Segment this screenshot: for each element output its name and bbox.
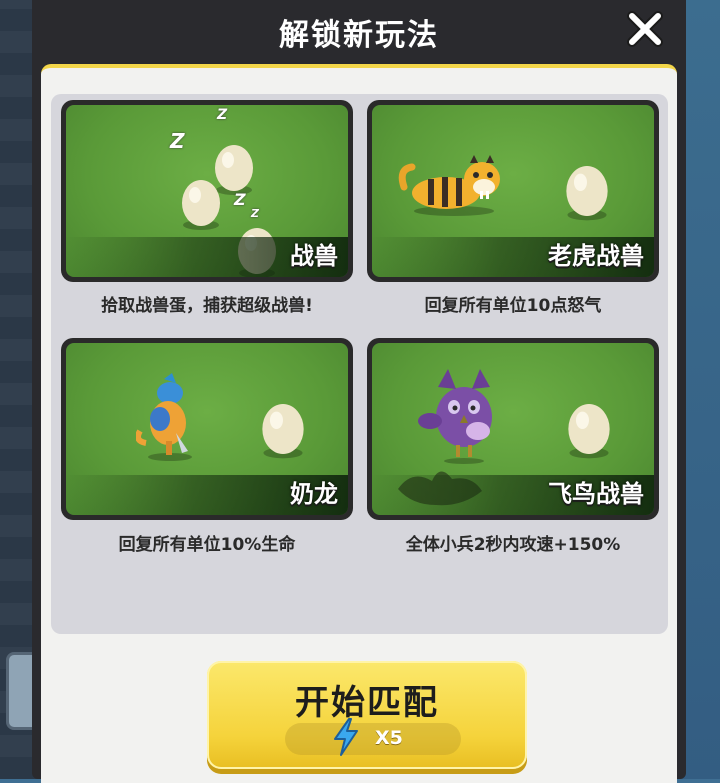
mode-card-bird[interactable]: 飞鸟战兽 xyxy=(367,338,659,520)
modal-title: 解锁新玩法 xyxy=(279,18,439,53)
start-match-button[interactable]: 开始匹配 X5 xyxy=(207,661,527,769)
mode-card-warbeast[interactable]: Z Z Z Z 战兽 xyxy=(61,100,353,282)
close-icon xyxy=(627,11,663,47)
modal-body: Z Z Z Z 战兽 老虎战兽 拾取战兽蛋，捕获超级战兽! 回复所有单位10点怒… xyxy=(41,64,677,783)
egg-icon xyxy=(568,404,610,459)
card-caption: 全体小兵2秒内攻速+150% xyxy=(405,535,621,555)
card-title: 奶龙 xyxy=(290,480,338,508)
mode-grid: Z Z Z Z 战兽 老虎战兽 拾取战兽蛋，捕获超级战兽! 回复所有单位10点怒… xyxy=(51,94,668,634)
mode-card-milk-dragon[interactable]: 奶龙 xyxy=(61,338,353,520)
mode-card-tiger[interactable]: 老虎战兽 xyxy=(367,100,659,282)
lightning-bolt-icon xyxy=(334,718,358,756)
card-caption: 拾取战兽蛋，捕获超级战兽! xyxy=(101,296,313,316)
sleep-z: Z xyxy=(251,207,259,220)
cost-value: X5 xyxy=(375,727,403,749)
card-caption: 回复所有单位10%生命 xyxy=(118,535,296,555)
card-image: Z Z Z Z 战兽 xyxy=(66,105,348,277)
tiger-beast-icon xyxy=(398,155,500,216)
sleep-z: Z xyxy=(234,190,246,209)
egg-icon xyxy=(262,404,304,459)
sleep-z: Z xyxy=(170,129,185,153)
card-image: 老虎战兽 xyxy=(372,105,654,277)
milk-dragon-icon xyxy=(136,373,192,461)
background-right-strip xyxy=(680,0,720,779)
start-match-label: 开始匹配 xyxy=(295,683,439,723)
egg-icon xyxy=(566,166,608,221)
egg-icon xyxy=(182,180,220,230)
cost-pill: X5 xyxy=(285,718,461,756)
card-image: 奶龙 xyxy=(66,343,348,515)
card-title: 飞鸟战兽 xyxy=(548,480,644,508)
card-image: 飞鸟战兽 xyxy=(372,343,654,515)
close-button[interactable] xyxy=(624,8,666,50)
card-title: 老虎战兽 xyxy=(548,242,644,270)
unlock-modal: 解锁新玩法 Z Z Z Z 战兽 老虎战兽 拾取战兽蛋，捕获超级战兽! 回复所有… xyxy=(32,0,686,783)
sleep-z: Z xyxy=(217,107,228,123)
card-title: 战兽 xyxy=(290,242,338,270)
purple-bird-icon xyxy=(418,369,492,464)
card-caption: 回复所有单位10点怒气 xyxy=(424,296,602,316)
